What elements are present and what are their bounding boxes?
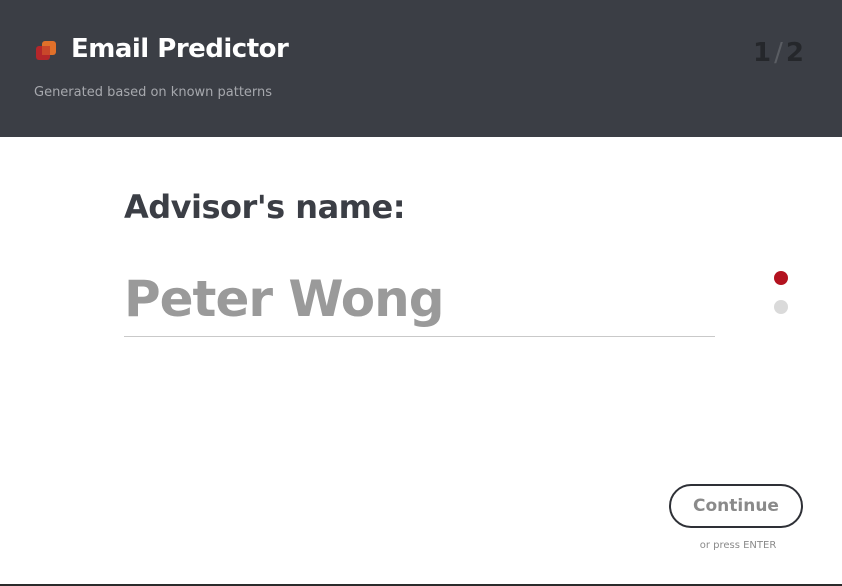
question-label: Advisor's name: bbox=[124, 188, 406, 226]
progress-dots bbox=[774, 271, 788, 329]
step-total: 2 bbox=[785, 38, 804, 68]
step-current: 1 bbox=[753, 38, 772, 68]
enter-hint: or press ENTER bbox=[699, 540, 777, 551]
step-counter: 1/2 bbox=[753, 38, 804, 68]
layered-squares-logo-icon bbox=[36, 41, 56, 60]
app-subtitle: Generated based on known patterns bbox=[34, 85, 273, 100]
progress-dot-inactive[interactable] bbox=[774, 300, 788, 314]
advisor-name-input[interactable] bbox=[124, 262, 715, 337]
app-title: Email Predictor bbox=[71, 34, 289, 64]
email-predictor-app: Email Predictor Generated based on known… bbox=[0, 0, 842, 586]
progress-dot-active[interactable] bbox=[774, 271, 788, 285]
header-bar: Email Predictor Generated based on known… bbox=[0, 0, 842, 137]
step-separator: / bbox=[774, 38, 783, 68]
continue-button[interactable]: Continue bbox=[669, 484, 803, 528]
